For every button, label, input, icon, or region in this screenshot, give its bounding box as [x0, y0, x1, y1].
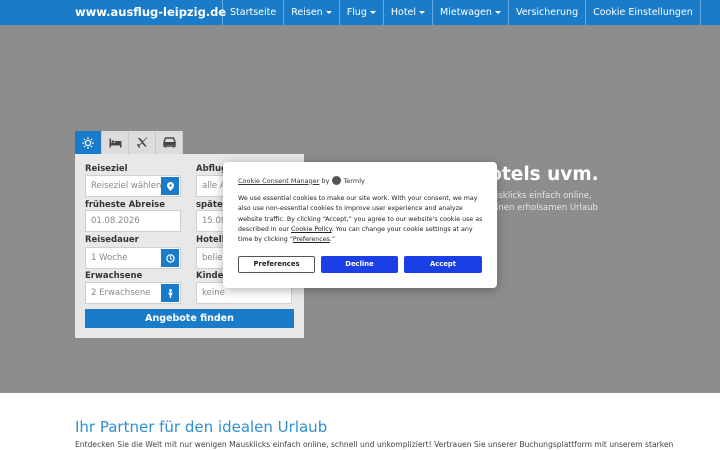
top-navbar: www.ausflug-leipzig.de Startseite Reisen… [0, 0, 720, 25]
tab-reisen[interactable] [75, 131, 102, 154]
reiseziel-placeholder: Reiseziel wählen [91, 181, 162, 191]
frueheste-abreise-input[interactable]: 01.08.2026 [85, 210, 181, 232]
nav-label: Startseite [230, 7, 277, 18]
erwachsene-select[interactable]: 2 Erwachsene [85, 282, 181, 304]
hero-text: isklicks einfach online, inen erholsamen… [496, 190, 606, 214]
cookie-policy-link[interactable]: Cookie Policy [291, 226, 332, 233]
cookie-consent-manager-link[interactable]: Cookie Consent Manager [238, 177, 319, 185]
nav-label: Reisen [291, 7, 323, 18]
car-icon [162, 137, 176, 148]
erwachsene-picker-button[interactable] [161, 284, 179, 302]
nav-item-cookie-einstellungen[interactable]: Cookie Einstellungen [585, 0, 701, 25]
nav-label: Versicherung [515, 7, 579, 18]
nav-item-versicherung[interactable]: Versicherung [507, 0, 585, 25]
erwachsene-label: Erwachsene [85, 271, 143, 281]
nav-label: Mietwagen [440, 7, 492, 18]
site-brand-link[interactable]: www.ausflug-leipzig.de [75, 0, 226, 25]
cookie-dialog-body: We use essential cookies to make our sit… [238, 194, 483, 245]
search-tabs [75, 131, 183, 154]
angebote-finden-button[interactable]: Angebote finden [85, 309, 294, 328]
accept-button[interactable]: Accept [404, 256, 482, 273]
nav-label: Cookie Einstellungen [593, 7, 693, 18]
termly-logo-icon [332, 176, 342, 185]
location-pin-icon [166, 181, 174, 191]
nav-item-flug[interactable]: Flug [338, 0, 383, 25]
bed-icon [109, 138, 121, 147]
nav-item-mietwagen[interactable]: Mietwagen [432, 0, 508, 25]
caret-down-icon [369, 11, 376, 14]
preferences-link[interactable]: Preferences [293, 236, 330, 243]
nav-label: Hotel [390, 7, 417, 18]
reisedauer-label: Reisedauer [85, 235, 139, 245]
sun-icon [82, 136, 94, 149]
kinder-value: keine [202, 288, 225, 298]
nav-item-reisen[interactable]: Reisen [283, 0, 338, 25]
frueheste-abreise-value: 01.08.2026 [91, 216, 140, 226]
reiseziel-picker-button[interactable] [161, 177, 179, 195]
person-icon [168, 288, 172, 298]
tab-hotel[interactable] [102, 131, 129, 154]
nav-item-hotel[interactable]: Hotel [382, 0, 432, 25]
reisedauer-picker-button[interactable] [161, 249, 179, 267]
reiseziel-label: Reiseziel [85, 164, 128, 174]
clock-icon [165, 253, 175, 263]
caret-down-icon [419, 11, 426, 14]
nav-item-startseite[interactable]: Startseite [222, 0, 283, 25]
erwachsene-value: 2 Erwachsene [91, 288, 151, 298]
cookie-dialog-header: Cookie Consent Manager by Termly [238, 176, 365, 185]
tab-flug[interactable] [129, 131, 156, 154]
decline-button[interactable]: Decline [321, 256, 398, 273]
plane-icon [136, 136, 147, 148]
reisedauer-select[interactable]: 1 Woche [85, 247, 181, 269]
cookie-consent-dialog: Cookie Consent Manager by Termly We use … [223, 162, 497, 288]
tab-mietwagen[interactable] [156, 131, 183, 154]
hero-text-line: isklicks einfach online, [496, 191, 592, 201]
caret-down-icon [325, 11, 332, 14]
reisedauer-value: 1 Woche [91, 253, 128, 263]
frueheste-abreise-label: früheste Abreise [85, 200, 165, 210]
header-by-text: by [321, 176, 330, 185]
termly-brand: Termly [343, 176, 365, 185]
nav-menu: Startseite Reisen Flug Hotel Mietwagen V… [222, 0, 701, 25]
nav-label: Flug [346, 7, 367, 18]
cookie-body-text: .” [329, 236, 336, 244]
reiseziel-input[interactable]: Reiseziel wählen [85, 175, 181, 197]
preferences-button[interactable]: Preferences [238, 256, 315, 273]
hero-text-line: inen erholsamen Urlaub [496, 203, 598, 213]
section-title: Ihr Partner für den idealen Urlaub [75, 418, 328, 436]
section-text: Entdecken Sie die Welt mit nur wenigen M… [75, 440, 674, 449]
caret-down-icon [494, 11, 501, 14]
